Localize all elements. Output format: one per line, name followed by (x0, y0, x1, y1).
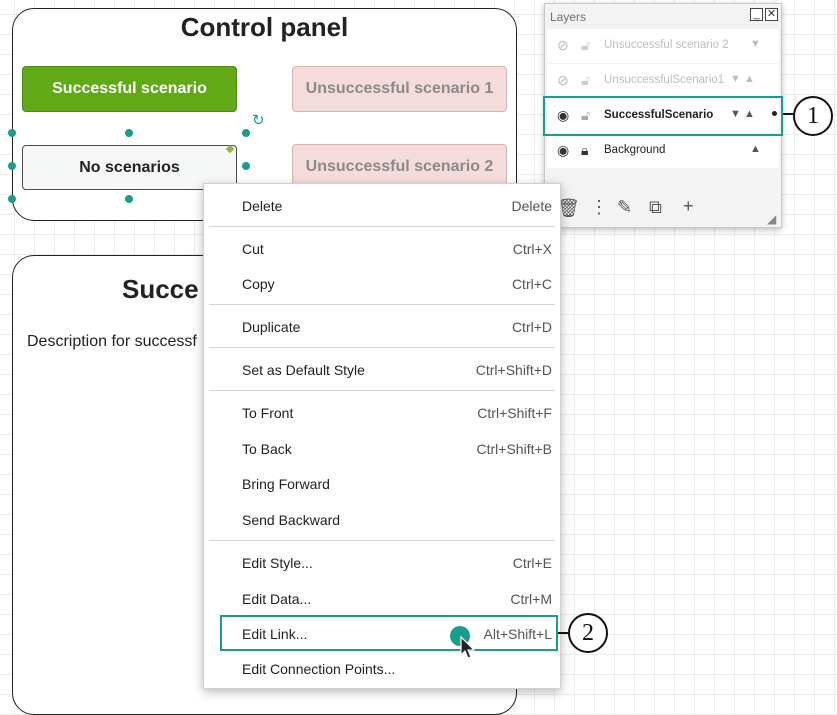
menu-item-shortcut: Ctrl+Shift+D (475, 362, 552, 378)
layer-name: UnsuccessfulScenario1 (604, 74, 725, 86)
layer-move-arrows[interactable]: ▼ (750, 38, 761, 50)
lock-icon[interactable]: 🔓︎ (581, 37, 590, 54)
selection-handle[interactable] (8, 129, 16, 137)
menu-item-label: Copy (242, 276, 275, 292)
mouse-cursor-icon (460, 636, 476, 659)
menu-item-shortcut: Ctrl+E (512, 555, 552, 571)
more-options-icon[interactable]: ⋮ (590, 197, 608, 218)
menu-item-label: Set as Default Style (242, 362, 365, 378)
layers-title: Layers (550, 10, 587, 24)
menu-item-label: To Front (242, 405, 294, 421)
menu-item-label: To Back (242, 441, 292, 457)
add-layer-icon[interactable]: + (683, 196, 694, 217)
layer-row-unsuccessful-scenario-2[interactable]: ⊘ 🔓︎ Unsuccessful scenario 2 ▼ (547, 29, 779, 63)
eye-icon[interactable]: ◉ (557, 142, 569, 159)
menu-item-shortcut: Ctrl+C (511, 276, 552, 292)
lock-icon[interactable]: 🔒︎ (581, 142, 588, 159)
minimize-icon[interactable]: _ (750, 8, 763, 21)
menu-item-label: Duplicate (242, 319, 301, 335)
unsuccessful-scenario-1-button[interactable]: Unsuccessful scenario 1 (292, 66, 507, 112)
edit-link-highlight (220, 615, 558, 651)
menu-item-shortcut: Ctrl+X (512, 241, 552, 257)
callout-leader-line (558, 632, 568, 634)
selection-handle[interactable] (242, 162, 250, 170)
callout-2: 2 (568, 613, 608, 653)
duplicate-layer-icon[interactable]: ⧉ (649, 197, 662, 218)
selection-handle[interactable] (125, 195, 133, 203)
menu-item-copy[interactable]: Copy Ctrl+C (204, 269, 560, 299)
resize-grip-icon[interactable]: ◢ (767, 212, 776, 226)
lock-icon[interactable]: 🔓︎ (581, 72, 590, 89)
menu-item-shortcut: Ctrl+Shift+F (477, 405, 552, 421)
edit-layer-icon[interactable]: ✎ (617, 197, 632, 218)
menu-item-shortcut: Ctrl+D (511, 319, 552, 335)
control-panel-title: Control panel (180, 12, 349, 42)
successful-scenario-button[interactable]: Successful scenario (22, 66, 237, 112)
menu-separator (209, 226, 555, 227)
menu-separator (209, 304, 555, 305)
rotate-icon[interactable]: ↻ (252, 111, 265, 129)
successful-panel-description: Description for successf (27, 333, 197, 350)
layer-move-arrows[interactable]: ▼ ▲ (730, 73, 755, 85)
menu-item-shortcut: Ctrl+M (510, 591, 552, 607)
layer-move-arrows[interactable]: ▲ (750, 143, 761, 155)
menu-item-cut[interactable]: Cut Ctrl+X (204, 234, 560, 264)
selection-handle[interactable] (242, 129, 250, 137)
menu-item-send-backward[interactable]: Send Backward (204, 505, 560, 535)
context-menu: Delete Delete Cut Ctrl+X Copy Ctrl+C Dup… (203, 183, 561, 689)
menu-item-delete[interactable]: Delete Delete (204, 191, 560, 221)
layer-row-unsuccessful-scenario-1[interactable]: ⊘ 🔓︎ UnsuccessfulScenario1 ▼ ▲ (547, 64, 779, 98)
successful-panel-title: Succe (122, 274, 199, 304)
menu-separator (209, 540, 555, 541)
menu-separator (209, 390, 555, 391)
close-icon[interactable]: ✕ (765, 8, 778, 21)
menu-item-shortcut: Delete (511, 198, 552, 214)
callout-leader-line (783, 113, 793, 115)
callout-1: 1 (793, 96, 833, 136)
eye-hidden-icon[interactable]: ⊘ (557, 37, 569, 54)
menu-item-edit-connection-points[interactable]: Edit Connection Points... (204, 654, 560, 684)
menu-item-duplicate[interactable]: Duplicate Ctrl+D (204, 312, 560, 342)
menu-item-label: Delete (242, 198, 283, 214)
menu-item-shortcut: Ctrl+Shift+B (476, 441, 552, 457)
menu-item-to-back[interactable]: To Back Ctrl+Shift+B (204, 434, 560, 464)
eye-hidden-icon[interactable]: ⊘ (557, 72, 569, 89)
menu-item-to-front[interactable]: To Front Ctrl+Shift+F (204, 398, 560, 428)
menu-separator (209, 347, 555, 348)
menu-item-label: Send Backward (242, 512, 341, 528)
menu-item-label: Cut (242, 241, 264, 257)
selected-layer-highlight (543, 96, 783, 136)
layer-name: Unsuccessful scenario 2 (604, 39, 729, 51)
menu-item-label: Edit Style... (242, 555, 313, 571)
selection-handle[interactable] (8, 195, 16, 203)
menu-item-edit-data[interactable]: Edit Data... Ctrl+M (204, 584, 560, 614)
menu-item-label: Edit Data... (242, 591, 312, 607)
menu-item-set-default-style[interactable]: Set as Default Style Ctrl+Shift+D (204, 355, 560, 385)
menu-item-label: Bring Forward (242, 476, 330, 492)
menu-item-label: Edit Connection Points... (242, 661, 396, 677)
selection-handle[interactable] (8, 162, 16, 170)
menu-item-edit-style[interactable]: Edit Style... Ctrl+E (204, 548, 560, 578)
menu-item-bring-forward[interactable]: Bring Forward (204, 469, 560, 499)
layer-row-background[interactable]: ◉ 🔒︎ Background ▲ (547, 134, 779, 168)
selection-handle[interactable] (125, 129, 133, 137)
layer-name: Background (604, 144, 666, 156)
